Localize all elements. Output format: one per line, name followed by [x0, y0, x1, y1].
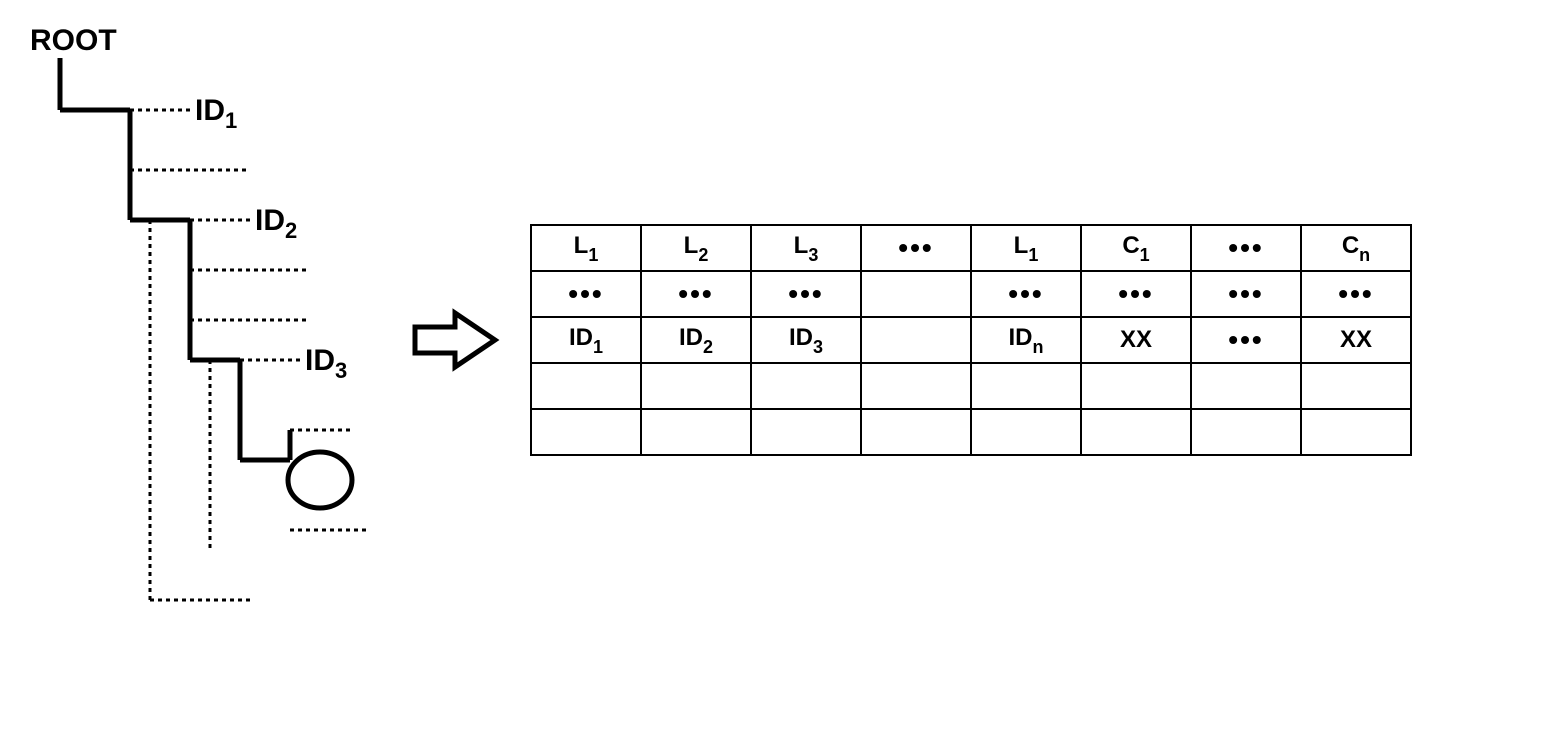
table-cell: [531, 409, 641, 455]
table-cell: L1: [971, 225, 1081, 271]
table-row: L1L2L3•••L1C1•••Cn: [531, 225, 1411, 271]
table-cell: [1191, 363, 1301, 409]
table-cell: •••: [861, 225, 971, 271]
table-cell: ID3: [751, 317, 861, 363]
table-cell: [861, 363, 971, 409]
leaf-node-icon: [288, 452, 352, 508]
table-cell: [1301, 363, 1411, 409]
table-cell: [641, 363, 751, 409]
table-row: [531, 363, 1411, 409]
tree-node-id2: ID2: [255, 204, 297, 243]
table-cell: C1: [1081, 225, 1191, 271]
table-cell: [1191, 409, 1301, 455]
table-row: •••••••••••••••••••••: [531, 271, 1411, 317]
table-cell: [1081, 409, 1191, 455]
table-cell: •••: [1301, 271, 1411, 317]
table-cell: •••: [531, 271, 641, 317]
table-cell: [531, 363, 641, 409]
table-cell: •••: [1081, 271, 1191, 317]
table-cell: [861, 271, 971, 317]
table-cell: ID2: [641, 317, 751, 363]
arrow-icon: [410, 305, 500, 375]
table-cell: Cn: [1301, 225, 1411, 271]
table-cell: L3: [751, 225, 861, 271]
table-cell: •••: [1191, 317, 1301, 363]
table-cell: •••: [1191, 225, 1301, 271]
table-cell: [1301, 409, 1411, 455]
table-row: ID1ID2ID3IDnXX•••XX: [531, 317, 1411, 363]
tree-node-id3: ID3: [305, 344, 347, 383]
table-cell: •••: [751, 271, 861, 317]
mapping-table: L1L2L3•••L1C1•••Cn•••••••••••••••••••••I…: [530, 224, 1412, 456]
table-cell: •••: [1191, 271, 1301, 317]
table-cell: XX: [1081, 317, 1191, 363]
table-cell: [971, 363, 1081, 409]
table-cell: •••: [641, 271, 751, 317]
table-cell: [971, 409, 1081, 455]
root-label: ROOT: [30, 24, 117, 57]
diagram-container: ROOT ID1 ID2 ID3: [20, 20, 1547, 660]
table-cell: L1: [531, 225, 641, 271]
table-cell: •••: [971, 271, 1081, 317]
table-cell: [861, 409, 971, 455]
table-cell: IDn: [971, 317, 1081, 363]
table-cell: [751, 363, 861, 409]
tree-diagram: ROOT ID1 ID2 ID3: [20, 20, 380, 660]
table-cell: L2: [641, 225, 751, 271]
table-cell: ID1: [531, 317, 641, 363]
table-cell: XX: [1301, 317, 1411, 363]
table-row: [531, 409, 1411, 455]
table-cell: [751, 409, 861, 455]
tree-node-id1: ID1: [195, 94, 237, 133]
table-cell: [641, 409, 751, 455]
table-cell: [861, 317, 971, 363]
table-cell: [1081, 363, 1191, 409]
